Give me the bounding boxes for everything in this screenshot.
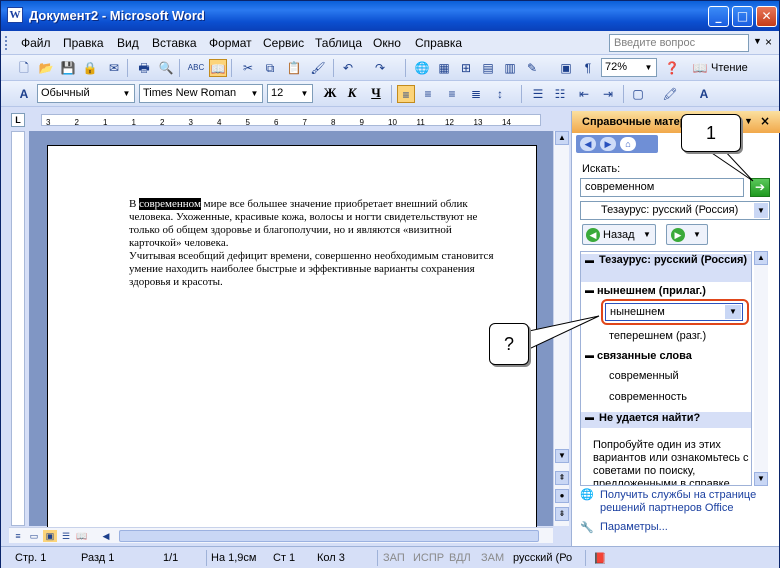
callout-question-pointer: [528, 315, 600, 350]
word-window: W Документ2 - Microsoft Word _ □ ✕ Файл …: [0, 0, 780, 568]
callout-1-pointer: [704, 148, 754, 182]
callout-pointers: [528, 148, 754, 350]
callout-1: 1: [681, 114, 741, 152]
callout-question: ?: [489, 323, 529, 365]
